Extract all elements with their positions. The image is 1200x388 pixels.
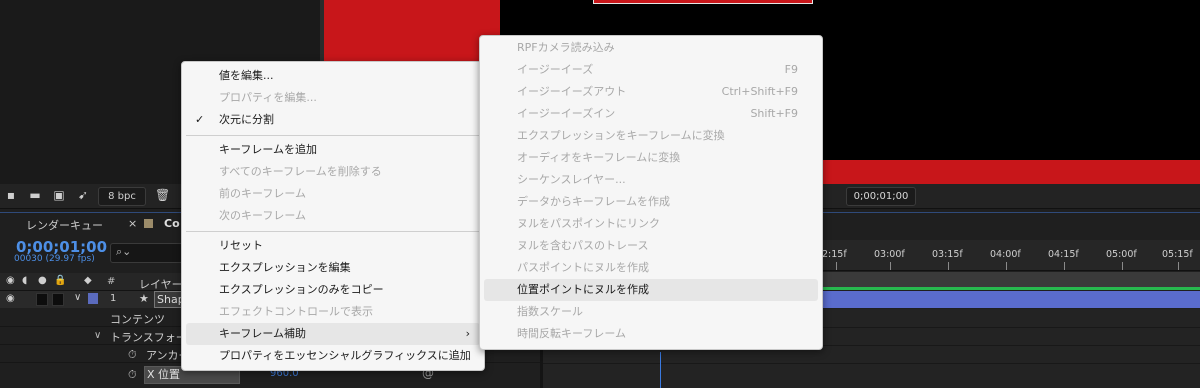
interpret-footage-icon[interactable]: ▪	[4, 188, 18, 202]
layer-eye-icon[interactable]: ◉	[6, 293, 15, 304]
menu-item-reveal-in-effect-controls: エフェクトコントロールで表示	[219, 305, 373, 318]
menu-item-add-to-essential-graphics[interactable]: プロパティをエッセンシャルグラフィックスに追加	[186, 345, 480, 367]
layer-duration-bar[interactable]	[810, 291, 1200, 308]
work-area-bar[interactable]	[822, 272, 1200, 288]
track-divider	[543, 363, 1200, 364]
transform-expand-chevron-icon[interactable]: ∨	[94, 330, 101, 341]
new-composition-icon[interactable]: ▣	[52, 188, 66, 202]
ruler-tick-label: 05:00f	[1106, 249, 1137, 260]
submenu-item-easy-ease: イージーイーズ F9	[517, 63, 798, 76]
label-tag-icon[interactable]: ◆	[84, 275, 92, 286]
bpc-button[interactable]: 8 bpc	[98, 187, 146, 206]
search-icon: ⌕⌄	[116, 245, 132, 258]
ruler-tick-label: 2:15f	[822, 249, 847, 260]
submenu-item-convert-audio: オーディオをキーフレームに変換	[517, 151, 681, 164]
tab-close-icon[interactable]: ×	[128, 217, 137, 230]
ruler-tick	[836, 262, 837, 270]
stopwatch-icon[interactable]: ⏱	[128, 368, 137, 382]
checkmark-icon: ✓	[195, 113, 205, 126]
submenu-item-convert-expression: エクスプレッションをキーフレームに変換	[517, 129, 725, 142]
shape-layer-star-icon: ★	[139, 292, 149, 305]
lock-icon[interactable]: 🔒	[54, 275, 66, 286]
submenu-item-keyframes-from-data: データからキーフレームを作成	[517, 195, 671, 208]
menu-item-separate-dimensions[interactable]: ✓ 次元に分割	[186, 109, 480, 131]
frame-count-info: 00030 (29.97 fps)	[14, 254, 95, 264]
stopwatch-icon[interactable]: ⏱	[128, 348, 137, 362]
trash-icon[interactable]: 🗑	[155, 188, 170, 202]
submenu-item-sequence-layers: シーケンスレイヤー...	[517, 173, 626, 186]
ruler-tick-label: 05:15f	[1162, 249, 1193, 260]
ruler-tick-label: 04:15f	[1048, 249, 1079, 260]
menu-item-edit-value[interactable]: 値を編集...	[186, 65, 480, 87]
solo-icon[interactable]: ●	[38, 275, 47, 286]
selection-bounding-box	[593, 0, 813, 4]
ruler-tick	[1178, 262, 1179, 270]
submenu-item-link-null-to-path-points: ヌルをパスポイントにリンク	[517, 217, 660, 230]
viewer-timecode[interactable]: 0;00;01;00	[846, 187, 916, 206]
column-number-header: #	[107, 276, 116, 287]
ruler-tick	[1006, 262, 1007, 270]
submenu-item-trace-path-with-null: ヌルを含むパスのトレース	[517, 239, 649, 252]
layer-number: 1	[110, 293, 117, 304]
ruler-tick-label: 04:00f	[990, 249, 1021, 260]
submenu-item-create-nulls-from-position[interactable]: 位置ポイントにヌルを作成	[484, 279, 818, 301]
menu-separator	[186, 231, 480, 232]
ruler-tick-label: 03:00f	[874, 249, 905, 260]
submenu-item-create-nulls-from-path-points: パスポイントにヌルを作成	[517, 261, 649, 274]
submenu-item-easy-ease-out: イージーイーズアウト Ctrl+Shift+F9	[517, 85, 798, 98]
menu-item-previous-keyframe: 前のキーフレーム	[219, 187, 307, 200]
menu-item-remove-all-keyframes: すべてのキーフレームを削除する	[219, 165, 382, 178]
tab-composition[interactable]: Co	[164, 217, 180, 230]
layer-label-color[interactable]	[88, 293, 98, 304]
menu-item-edit-property: プロパティを編集...	[219, 91, 317, 104]
submenu-item-time-reverse-keyframes: 時間反転キーフレーム	[517, 327, 627, 340]
layer-expand-chevron-icon[interactable]: ∨	[74, 292, 81, 303]
contents-label: コンテンツ	[110, 313, 165, 326]
submenu-item-exponential-scale: 指数スケール	[517, 305, 583, 318]
submenu-item-easy-ease-in: イージーイーズイン Shift+F9	[517, 107, 798, 120]
property-context-menu: 値を編集... プロパティを編集... ✓ 次元に分割 キーフレームを追加 すべて…	[181, 61, 485, 371]
menu-item-next-keyframe: 次のキーフレーム	[219, 209, 307, 222]
ruler-tick	[890, 262, 891, 270]
submenu-arrow-icon: ›	[465, 327, 470, 340]
ruler-tick-label: 03:15f	[932, 249, 963, 260]
comp-color-swatch	[144, 219, 153, 228]
menu-item-reset[interactable]: リセット	[186, 235, 480, 257]
render-cache-bar	[822, 287, 1200, 290]
flowchart-icon[interactable]: ➹	[76, 188, 90, 202]
menu-item-edit-expression[interactable]: エクスプレッションを編集	[186, 257, 480, 279]
ruler-tick	[1122, 262, 1123, 270]
folder-icon[interactable]: ▬	[28, 188, 42, 202]
menu-item-keyframe-assistant[interactable]: キーフレーム補助 ›	[186, 323, 480, 345]
layer-solo-toggle[interactable]	[36, 293, 48, 306]
layer-lock-toggle[interactable]	[52, 293, 64, 306]
audio-icon[interactable]: ◖	[22, 275, 27, 286]
ruler-tick	[948, 262, 949, 270]
menu-item-add-keyframe[interactable]: キーフレームを追加	[186, 139, 480, 161]
ruler-tick	[1064, 262, 1065, 270]
menu-separator	[186, 135, 480, 136]
submenu-item-rpf-camera-import: RPFカメラ読み込み	[517, 41, 615, 54]
video-eye-icon[interactable]: ◉	[6, 275, 15, 286]
menu-item-copy-expression-only[interactable]: エクスプレッションのみをコピー	[186, 279, 480, 301]
keyframe-assistant-submenu: RPFカメラ読み込み イージーイーズ F9 イージーイーズアウト Ctrl+Shif…	[479, 35, 823, 350]
tab-render-queue[interactable]: レンダーキュー	[26, 217, 103, 233]
playhead-line[interactable]	[660, 352, 661, 388]
